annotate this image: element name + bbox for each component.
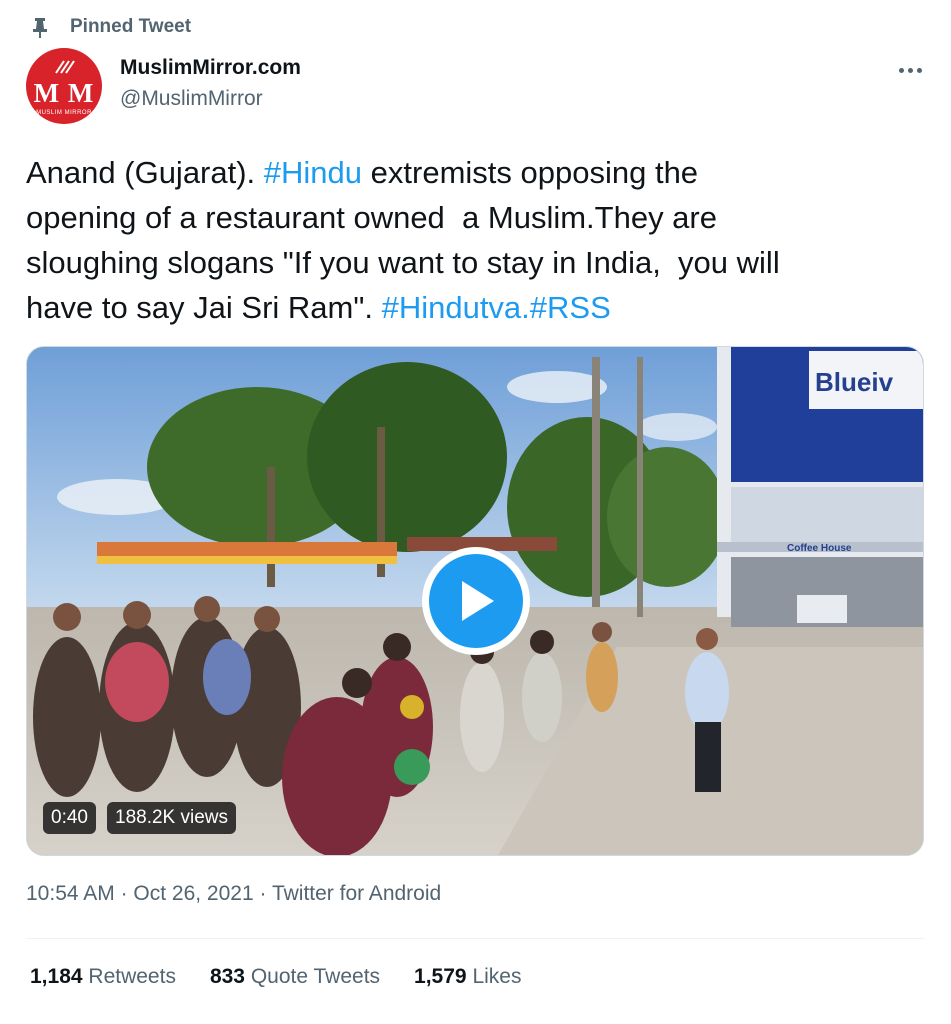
play-button[interactable] bbox=[422, 547, 530, 655]
hashtag-link[interactable]: #Hindu bbox=[264, 155, 362, 190]
hashtag-link[interactable]: #RSS bbox=[530, 290, 611, 325]
pinned-label: Pinned Tweet bbox=[70, 16, 192, 37]
divider bbox=[26, 938, 924, 939]
tweet-line: sloughing slogans "If you want to stay i… bbox=[26, 245, 780, 280]
likes-stat[interactable]: 1,579 Likes bbox=[414, 965, 521, 989]
quote-tweets-label: Quote Tweets bbox=[250, 965, 381, 988]
pinned-tweet-indicator: Pinned Tweet bbox=[30, 14, 191, 42]
tweet-time[interactable]: 10:54 AM bbox=[26, 882, 115, 905]
tweet-stats: 1,184 Retweets 833 Quote Tweets 1,579 Li… bbox=[30, 965, 521, 989]
retweets-label: Retweets bbox=[88, 965, 176, 988]
meta-separator: · bbox=[253, 882, 272, 905]
store-sign: Coffee House bbox=[787, 543, 852, 554]
video-duration: 0:40 bbox=[43, 802, 96, 834]
avatar[interactable]: M M MUSLIM MIRROR bbox=[26, 48, 102, 124]
tweet-text-segment: Anand (Gujarat). bbox=[26, 155, 264, 190]
tweet-line: Anand (Gujarat). #Hindu extremists oppos… bbox=[26, 150, 931, 195]
retweets-count: 1,184 bbox=[30, 965, 83, 988]
tweet-line: opening of a restaurant owned a Muslim.T… bbox=[26, 200, 717, 235]
tweet-line: have to say Jai Sri Ram". #Hindutva.#RSS bbox=[26, 285, 931, 330]
hashtag-link[interactable]: #Hindutva bbox=[382, 290, 522, 325]
avatar-text: M M bbox=[33, 78, 95, 108]
dot bbox=[916, 67, 922, 73]
retweets-stat[interactable]: 1,184 Retweets bbox=[30, 965, 176, 989]
tweet-text: Anand (Gujarat). #Hindu extremists oppos… bbox=[26, 150, 931, 330]
play-icon bbox=[462, 581, 494, 621]
tweet-source-link[interactable]: Twitter for Android bbox=[272, 882, 441, 905]
quote-tweets-stat[interactable]: 833 Quote Tweets bbox=[210, 965, 380, 989]
hashtag-separator: . bbox=[521, 290, 530, 325]
video-views: 188.2K views bbox=[107, 802, 237, 834]
tweet-text-segment: extremists opposing the bbox=[362, 155, 699, 190]
dot bbox=[907, 67, 913, 73]
tweet-text-segment: have to say Jai Sri Ram". bbox=[26, 290, 382, 325]
tweet-date[interactable]: Oct 26, 2021 bbox=[133, 882, 253, 905]
logo-mark-icon bbox=[55, 60, 75, 74]
pin-icon bbox=[33, 18, 47, 38]
dot bbox=[898, 67, 904, 73]
likes-label: Likes bbox=[472, 965, 522, 988]
play-circle bbox=[429, 554, 523, 648]
tweet-metadata: 10:54 AM · Oct 26, 2021 · Twitter for An… bbox=[26, 882, 441, 906]
meta-separator: · bbox=[114, 882, 134, 905]
likes-count: 1,579 bbox=[414, 965, 467, 988]
video-player[interactable]: Blueiv Coffee House 0:40 188.2K views bbox=[26, 346, 924, 856]
quote-tweets-count: 833 bbox=[209, 965, 245, 988]
author-display-name[interactable]: MuslimMirror.com bbox=[120, 56, 301, 80]
building-sign: Blueiv bbox=[815, 367, 894, 397]
avatar-subtext: MUSLIM MIRROR bbox=[36, 110, 92, 116]
more-options-icon[interactable] bbox=[890, 60, 930, 80]
author-handle[interactable]: @MuslimMirror bbox=[120, 87, 263, 111]
